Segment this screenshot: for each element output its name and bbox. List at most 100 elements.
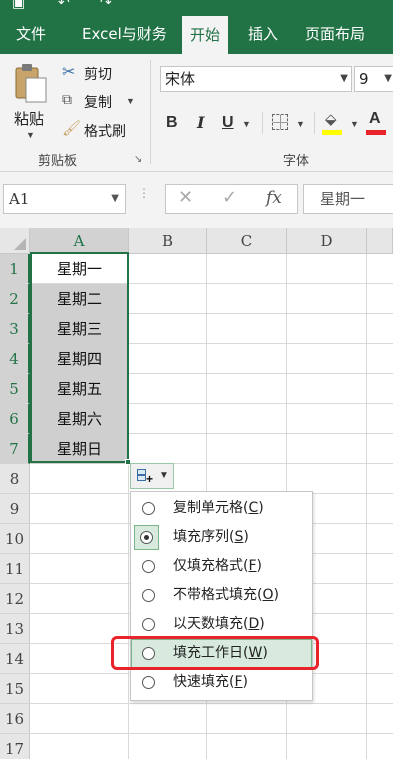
worksheet-grid: A B C D 星期一 星期二 星期三 星期四 星期五 星期六 星期日 + ▼ … xyxy=(0,228,393,759)
tab-file[interactable]: 文件 xyxy=(16,14,46,54)
font-color-button[interactable]: A xyxy=(366,110,388,136)
tab-home[interactable]: 开始 xyxy=(182,16,229,54)
fill-color-button[interactable]: ⬙ xyxy=(322,110,344,136)
chevron-down-icon: ▼ xyxy=(340,73,348,84)
paste-label: 粘贴 xyxy=(14,110,45,128)
row-header-8[interactable]: 8 xyxy=(0,464,30,494)
cut-button[interactable]: ✂ 剪切 xyxy=(60,62,140,84)
format-painter-label: 格式刷 xyxy=(84,124,126,140)
bold-button[interactable]: B xyxy=(166,110,178,136)
insert-function-icon[interactable]: fx xyxy=(266,188,282,208)
font-size-select[interactable]: 9 ▼ xyxy=(354,66,393,92)
ribbon-tabs: 文件 Excel与财务 开始 插入 页面布局 xyxy=(0,14,393,54)
column-header-a[interactable]: A xyxy=(30,228,129,254)
font-group-label: 字体 xyxy=(283,154,310,169)
menu-item-fill-without-formatting[interactable]: 不带格式填充(O) xyxy=(131,581,312,610)
name-box-value: A1 xyxy=(9,190,30,208)
row-header-4[interactable]: 4 xyxy=(0,344,30,374)
column-header-e[interactable] xyxy=(367,228,393,254)
row-header-11[interactable]: 11 xyxy=(0,554,30,584)
formula-bar: A1 ▼ ⋮ ✕ ✓ fx 星期一 xyxy=(0,172,393,228)
paste-icon xyxy=(15,64,47,103)
chevron-down-icon[interactable]: ▼ xyxy=(26,130,35,140)
row-header-16[interactable]: 16 xyxy=(0,704,30,734)
divider xyxy=(262,112,263,134)
name-box[interactable]: A1 ▼ xyxy=(3,184,126,214)
column-header-b[interactable]: B xyxy=(129,228,207,254)
row-header-17[interactable]: 17 xyxy=(0,734,30,759)
redo-icon[interactable]: ↷ xyxy=(100,0,112,11)
menu-item-accel: F xyxy=(234,674,243,690)
row-header-9[interactable]: 9 xyxy=(0,494,30,524)
menu-item-accel: D xyxy=(248,616,260,632)
save-icon[interactable]: ▣ xyxy=(12,0,25,11)
menu-item-text: 复制单元格 xyxy=(173,500,243,516)
menu-item-text: 填充序列 xyxy=(173,529,229,545)
selection-range xyxy=(30,252,129,463)
row-header-14[interactable]: 14 xyxy=(0,644,30,674)
row-header-15[interactable]: 15 xyxy=(0,674,30,704)
fill-color-dropdown-icon[interactable]: ▼ xyxy=(350,119,359,129)
select-all-button[interactable] xyxy=(0,228,30,254)
row-header-10[interactable]: 10 xyxy=(0,524,30,554)
cancel-icon[interactable]: ✕ xyxy=(178,187,193,208)
chevron-down-icon: ▼ xyxy=(384,73,392,84)
border-dropdown-icon[interactable]: ▼ xyxy=(296,119,305,129)
format-painter-button[interactable]: 🖌 格式刷 xyxy=(60,119,140,141)
formula-buttons: ✕ ✓ fx xyxy=(165,184,298,214)
copy-label: 复制 xyxy=(84,95,112,111)
cut-label: 剪切 xyxy=(84,67,112,83)
row-header-1[interactable]: 1 xyxy=(0,254,30,284)
font-name-select[interactable]: 宋体 ▼ xyxy=(160,66,352,92)
menu-item-text: 仅填充格式 xyxy=(173,558,243,574)
tab-page-layout[interactable]: 页面布局 xyxy=(305,14,365,54)
dialog-launcher-icon[interactable]: ↘ xyxy=(134,154,142,165)
copy-dropdown-icon[interactable]: ▼ xyxy=(126,96,135,106)
clipboard-group-label: 剪贴板 xyxy=(38,154,78,169)
radio-icon xyxy=(142,618,155,631)
divider xyxy=(314,112,315,134)
menu-item-fill-series[interactable]: 填充序列(S) xyxy=(131,523,312,552)
menu-item-fill-days[interactable]: 以天数填充(D) xyxy=(131,610,312,639)
row-header-3[interactable]: 3 xyxy=(0,314,30,344)
underline-dropdown-icon[interactable]: ▼ xyxy=(242,119,251,129)
radio-checked-icon xyxy=(140,531,153,544)
tab-insert[interactable]: 插入 xyxy=(248,14,278,54)
font-name-value: 宋体 xyxy=(165,70,196,88)
group-separator xyxy=(150,60,151,164)
fill-bucket-icon: ⬙ xyxy=(325,111,337,128)
resize-handle-icon[interactable]: ⋮ xyxy=(138,187,150,208)
formula-input[interactable]: 星期一 xyxy=(303,184,393,214)
row-header-13[interactable]: 13 xyxy=(0,614,30,644)
row-header-6[interactable]: 6 xyxy=(0,404,30,434)
highlight-annotation-box xyxy=(111,636,319,670)
copy-icon: ⧉ xyxy=(62,91,72,107)
row-header-7[interactable]: 7 xyxy=(0,434,30,464)
gridline xyxy=(30,733,393,734)
row-header-5[interactable]: 5 xyxy=(0,374,30,404)
column-header-c[interactable]: C xyxy=(207,228,287,254)
border-icon[interactable] xyxy=(272,114,288,130)
font-size-value: 9 xyxy=(359,70,369,88)
menu-item-copy-cells[interactable]: 复制单元格(C) xyxy=(131,494,312,523)
row-header-2[interactable]: 2 xyxy=(0,284,30,314)
radio-icon xyxy=(142,502,155,515)
italic-button[interactable]: I xyxy=(197,110,204,136)
menu-item-fill-formatting-only[interactable]: 仅填充格式(F) xyxy=(131,552,312,581)
menu-item-accel: O xyxy=(262,587,274,603)
radio-selected-frame xyxy=(134,525,159,550)
copy-button[interactable]: ⧉ 复制 ▼ xyxy=(60,90,140,112)
ribbon-home: 粘贴 ▼ ✂ 剪切 ⧉ 复制 ▼ 🖌 格式刷 剪贴板 ↘ 宋体 ▼ 9 ▼ B … xyxy=(0,54,393,172)
menu-item-text: 不带格式填充 xyxy=(173,587,257,603)
row-header-12[interactable]: 12 xyxy=(0,584,30,614)
tab-excel-finance[interactable]: Excel与财务 xyxy=(82,14,167,54)
column-header-d[interactable]: D xyxy=(287,228,367,254)
auto-fill-icon: + xyxy=(137,469,153,485)
brush-icon: 🖌 xyxy=(62,120,82,137)
auto-fill-options-button[interactable]: + ▼ xyxy=(130,463,174,489)
enter-icon[interactable]: ✓ xyxy=(222,187,237,208)
underline-button[interactable]: U xyxy=(222,110,234,136)
paste-button[interactable]: 粘贴 ▼ xyxy=(6,60,52,144)
menu-item-flash-fill[interactable]: 快速填充(F) xyxy=(131,668,312,697)
undo-icon[interactable]: ↶ xyxy=(58,0,70,11)
